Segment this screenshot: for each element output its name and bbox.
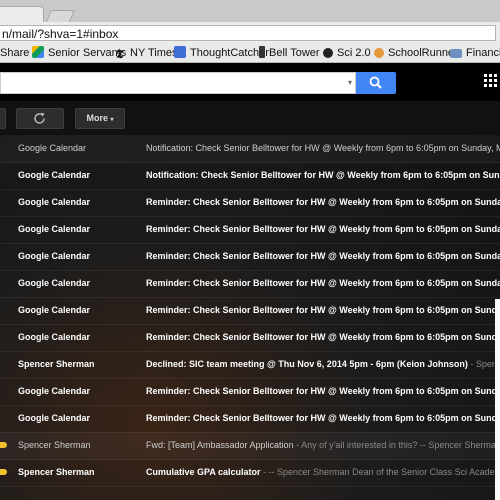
email-subject-text: Reminder: Check Senior Belltower for HW … [146,332,500,342]
mail-toolbar: More ▾ [0,101,500,135]
email-row[interactable]: Spencer Sherman Fwd: [Team] Ambassador A… [0,432,500,460]
email-subject: Declined: SIC team meeting @ Thu Nov 6, … [146,351,500,378]
email-subject-text: Reminder: Check Senior Belltower for HW … [146,197,500,207]
apps-grid-icon[interactable] [484,74,497,87]
email-snippet: - -- Spencer Sherman Dean of the Senior … [260,467,500,477]
more-button[interactable]: More ▾ [75,108,125,129]
folder-icon [450,49,462,58]
thoughtcatcher-icon [174,46,186,58]
email-row[interactable]: Google Calendar Reminder: Check Senior B… [0,270,500,298]
email-subject: Reminder: Check Senior Belltower for HW … [146,189,500,216]
browser-address-bar: n/mail/?shva=1#inbox [0,22,500,45]
search-icon [369,76,382,89]
bookmark-label: Senior Servants [48,47,127,59]
scrollbar-track[interactable] [495,299,500,500]
email-sender: Spencer Sherman [18,359,95,369]
email-subject-text: Reminder: Check Senior Belltower for HW … [146,278,500,288]
email-row[interactable]: Spencer Sherman Declined: SIC team meeti… [0,351,500,379]
email-sender: Google Calendar [18,170,91,180]
belltower-icon [259,46,265,58]
bookmark-label: Share [0,47,30,59]
bookmark-label: Bell Tower [269,47,320,59]
email-subject: Cumulative GPA calculator - -- Spencer S… [146,459,500,486]
email-subject-text: Notification: Check Senior Belltower for… [146,143,500,153]
chevron-down-icon: ▾ [110,117,114,123]
email-sender: Spencer Sherman [18,467,95,477]
email-sender: Google Calendar [18,305,91,315]
url-field[interactable]: n/mail/?shva=1#inbox [0,25,496,41]
bookmark-schoolrunner[interactable]: SchoolRunner [374,46,458,60]
bookmark-senior-servants[interactable]: Senior Servants [32,46,126,60]
bookmark-ny-times[interactable]: 𝕿 NY Times [116,46,177,60]
bookmark-thoughtcatcher[interactable]: ThoughtCatcher [174,46,269,60]
email-subject-text: Cumulative GPA calculator [146,467,261,477]
email-sender: Spencer Sherman [18,440,91,450]
bookmark-label: ThoughtCatcher [190,47,269,59]
email-sender: Google Calendar [18,197,91,207]
email-row[interactable]: Spencer Sherman Cumulative GPA calculato… [0,459,500,487]
bookmark-label: NY Times [130,47,178,59]
bookmark-share[interactable]: Share [0,46,29,60]
email-subject: Reminder: Check Senior Belltower for HW … [146,405,500,432]
email-row[interactable]: Google Calendar Reminder: Check Senior B… [0,405,500,433]
email-subject: Reminder: Check Senior Belltower for HW … [146,324,500,351]
schoolrunner-icon [374,48,384,58]
email-subject-text: Reminder: Check Senior Belltower for HW … [146,305,500,315]
search-input[interactable]: ▾ [0,72,356,94]
email-subject: Reminder: Check Senior Belltower for HW … [146,216,500,243]
email-subject-text: Reminder: Check Senior Belltower for HW … [146,224,500,234]
email-subject: Notification: Check Senior Belltower for… [146,135,500,162]
email-subject: Reminder: Check Senior Belltower for HW … [146,297,500,324]
bookmark-label: Sci 2.0 [337,47,371,59]
select-all-button[interactable] [0,108,6,129]
browser-tab[interactable] [0,6,44,23]
refresh-button[interactable] [16,108,64,129]
email-sender: Google Calendar [18,278,91,288]
email-row[interactable]: Google Calendar Reminder: Check Senior B… [0,324,500,352]
inbox-list: Google Calendar Notification: Check Seni… [0,135,500,500]
email-row[interactable]: Google Calendar Reminder: Check Senior B… [0,189,500,217]
email-subject: Reminder: Check Senior Belltower for HW … [146,243,500,270]
bookmark-label: SchoolRunner [388,47,458,59]
email-sender: Google Calendar [18,386,91,396]
search-button[interactable] [356,72,396,94]
email-subject-text: Reminder: Check Senior Belltower for HW … [146,251,500,261]
email-sender: Google Calendar [18,251,91,261]
email-row[interactable]: Google Calendar Reminder: Check Senior B… [0,243,500,271]
bookmark-bell-tower[interactable]: Bell Tower [259,46,320,60]
email-row[interactable]: Google Calendar Notification: Check Seni… [0,135,500,163]
nytimes-icon: 𝕿 [116,47,124,61]
email-subject-text: Reminder: Check Senior Belltower for HW … [146,413,500,423]
email-subject: Fwd: [Team] Ambassador Application - Any… [146,432,500,459]
email-subject-text: Declined: SIC team meeting @ Thu Nov 6, … [146,359,468,369]
important-marker-icon[interactable] [0,469,7,475]
email-row[interactable]: Google Calendar Reminder: Check Senior B… [0,378,500,406]
github-icon [323,48,333,58]
important-marker-icon[interactable] [0,442,7,448]
email-row[interactable]: Google Calendar Reminder: Check Senior B… [0,216,500,244]
email-subject-text: Reminder: Check Senior Belltower for HW … [146,386,500,396]
bookmark-sci-2-0[interactable]: Sci 2.0 [323,46,371,60]
email-sender: Google Calendar [18,413,91,423]
email-sender: Google Calendar [18,224,91,234]
gmail-header: ▾ [0,63,500,101]
email-subject-text: Fwd: [Team] Ambassador Application [146,440,294,450]
google-drive-icon [32,46,44,58]
refresh-icon [34,112,45,124]
email-snippet: - Any of y'all interested in this? -- Sp… [293,440,500,450]
browser-tab-strip [0,0,500,24]
more-label: More [86,113,108,123]
search-options-icon[interactable]: ▾ [348,78,352,87]
email-sender: Google Calendar [18,332,91,342]
email-subject: Notification: Check Senior Belltower for… [146,162,500,189]
email-subject: Reminder: Check Senior Belltower for HW … [146,270,500,297]
bookmark-label: Financial [466,47,500,59]
bookmark-financial[interactable]: Financial [450,46,500,60]
email-row[interactable]: Google Calendar Reminder: Check Senior B… [0,297,500,325]
bookmarks-bar: Share Senior Servants 𝕿 NY Times ThoughtC… [0,44,500,63]
email-subject-text: Notification: Check Senior Belltower for… [146,170,500,180]
email-sender: Google Calendar [18,143,87,153]
email-row[interactable]: Google Calendar Notification: Check Seni… [0,162,500,190]
email-subject: Reminder: Check Senior Belltower for HW … [146,378,500,405]
